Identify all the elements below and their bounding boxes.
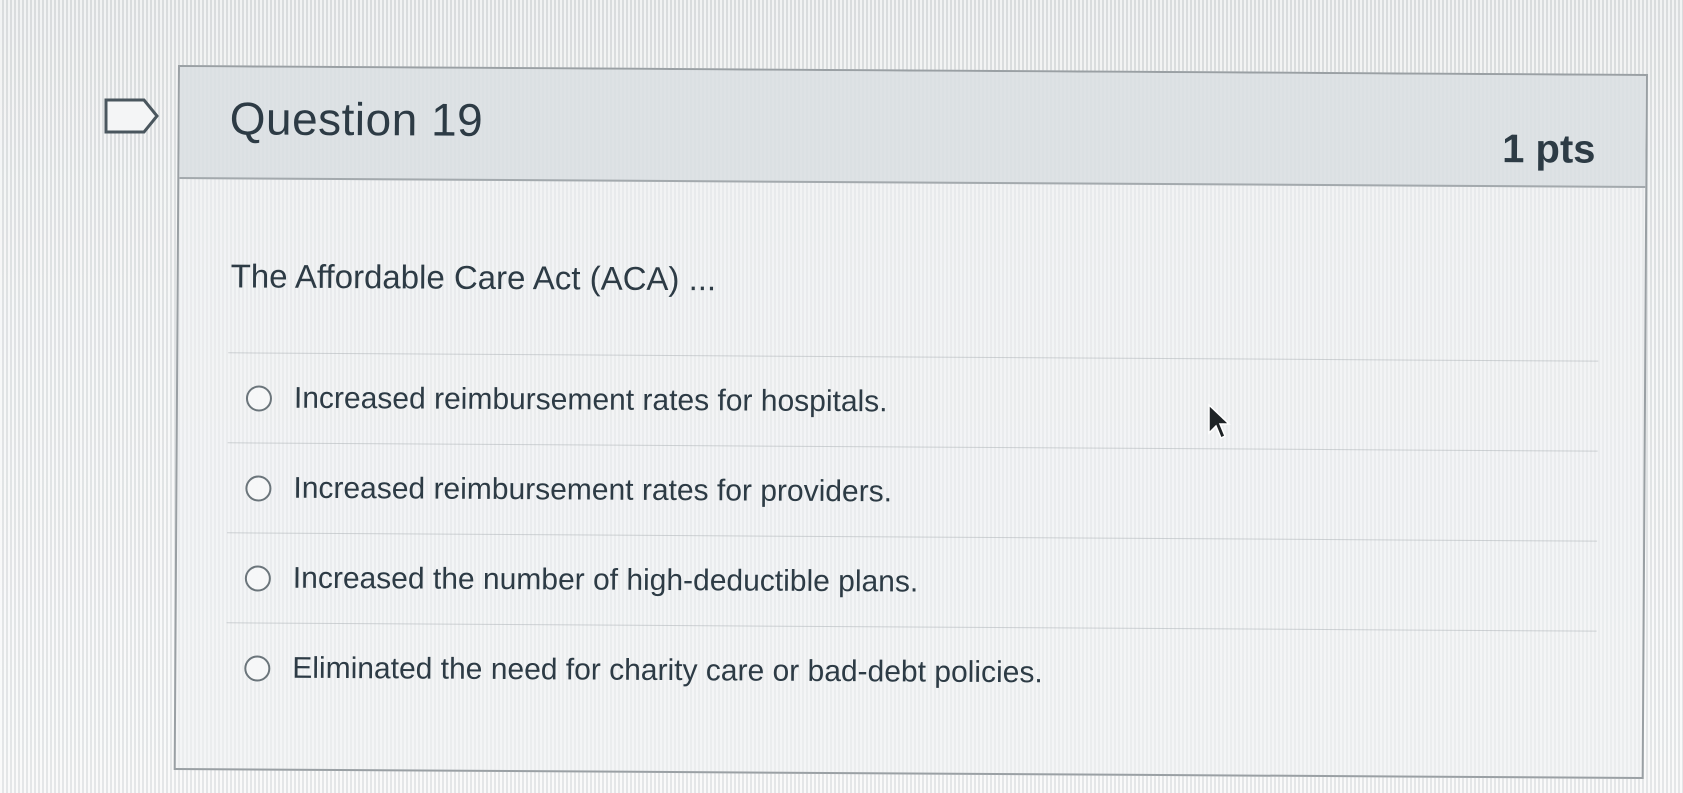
answer-label[interactable]: Increased reimbursement rates for hospit…: [294, 381, 888, 419]
radio-button[interactable]: [244, 564, 271, 592]
question-title: Question 19: [229, 92, 484, 146]
answer-option[interactable]: Eliminated the need for charity care or …: [226, 622, 1597, 721]
question-header: Question 19 1 pts: [179, 67, 1646, 188]
answer-label[interactable]: Increased the number of high-deductible …: [293, 561, 919, 599]
question-points: 1 pts: [1502, 127, 1596, 172]
question-text: The Affordable Care Act (ACA) ...: [230, 257, 717, 298]
answer-list: Increased reimbursement rates for hospit…: [226, 352, 1599, 721]
answer-label[interactable]: Eliminated the need for charity care or …: [292, 651, 1043, 690]
answer-label[interactable]: Increased reimbursement rates for provid…: [293, 471, 892, 509]
question-card: Question 19 1 pts The Affordable Care Ac…: [173, 65, 1648, 779]
radio-button[interactable]: [245, 384, 273, 412]
radio-button[interactable]: [245, 474, 272, 502]
answer-option[interactable]: Increased reimbursement rates for provid…: [227, 442, 1598, 541]
mouse-pointer-icon: [1208, 403, 1231, 440]
answer-option[interactable]: Increased reimbursement rates for hospit…: [227, 352, 1599, 451]
answer-option[interactable]: Increased the number of high-deductible …: [226, 532, 1598, 631]
radio-button[interactable]: [244, 654, 271, 682]
flag-question-icon[interactable]: [104, 97, 160, 135]
